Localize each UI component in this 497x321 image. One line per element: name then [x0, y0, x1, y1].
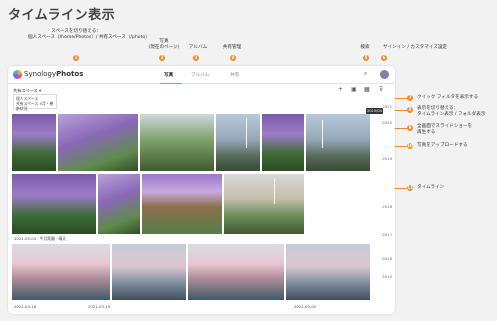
help-page: タイムライン表示 スペースを切り替える： 個人スペース（/home/Photos）… [0, 0, 497, 321]
timeline-year[interactable]: 2018 [382, 204, 392, 209]
filter-icon[interactable]: ⊽ [379, 86, 383, 93]
callout-marker-4: 4 [230, 55, 236, 61]
timeline-year[interactable]: 2016 [382, 256, 392, 261]
callout-upload: 写真をアップロードする [417, 143, 468, 148]
synology-photos-logo-icon [13, 70, 22, 79]
search-icon[interactable]: ⌕ [364, 70, 367, 78]
avatar[interactable] [380, 70, 389, 79]
callout-marker-2: 2 [159, 55, 165, 61]
timeline-year[interactable]: 2021 [382, 104, 392, 109]
photo-thumbnail[interactable] [142, 174, 222, 234]
space-menu: 個人スペース 共有スペース 5月・樹齢状況 [13, 94, 57, 111]
callout-marker-1: 1 [73, 55, 79, 61]
callout-marker-10: 10 [407, 143, 413, 149]
photo-thumbnail[interactable] [262, 114, 304, 171]
photo-thumbnail[interactable] [112, 244, 186, 300]
tower-shape [322, 120, 323, 148]
callout-sharing: 共有管理 [222, 45, 242, 50]
upload-icon[interactable]: + [338, 86, 343, 93]
active-tab-indicator [160, 82, 182, 84]
photo-thumbnail[interactable] [286, 244, 370, 300]
callout-marker-6: 6 [381, 55, 387, 61]
photo-thumbnail[interactable] [188, 244, 284, 300]
brand-regular: Synology [24, 70, 57, 78]
callout-marker-7: 7 [407, 95, 413, 101]
callout-view-switch: 表示を切り替える： タイムライン表示 / フォルダ表示 [417, 106, 486, 117]
callout-space-switch: スペースを切り替える： 個人スペース（/home/Photos）/ 共有スペース（… [28, 29, 150, 40]
tower-shape [246, 118, 247, 148]
top-bar: SynologyPhotos 写真 アルバム 共有 ⌕ [8, 66, 395, 84]
app-brand: SynologyPhotos [24, 70, 83, 78]
callout-photos: 写真 (現在のページ) [148, 39, 180, 50]
slideshow-icon[interactable]: ▣ [351, 86, 357, 93]
callout-albums: アルバム [188, 45, 208, 50]
callout-marker-11: 11 [407, 185, 413, 191]
photo-thumbnail[interactable] [12, 114, 56, 171]
view-switch-icon[interactable]: ▦ [364, 86, 370, 93]
tower-shape [274, 178, 275, 204]
date-header: 2021-03-16 [14, 304, 37, 309]
callout-timeline: タイムライン [417, 185, 445, 190]
photo-thumbnail[interactable] [224, 174, 304, 234]
timeline-year[interactable]: 2015 [382, 274, 392, 279]
callout-marker-9: 9 [407, 125, 413, 131]
date-header: 2021-03-15 [88, 304, 111, 309]
photo-thumbnail[interactable] [216, 114, 260, 171]
timeline-year[interactable]: 2017 [382, 232, 392, 237]
menu-item-shared[interactable]: 共有スペース 5月・樹齢状況 [16, 101, 54, 111]
tab-sharing[interactable]: 共有 [230, 72, 239, 78]
callout-marker-8: 8 [407, 107, 413, 113]
photo-thumbnail[interactable] [12, 244, 110, 300]
callout-signin: サインイン / カスタマイズ設定 [382, 45, 448, 50]
brand-bold: Photos [56, 70, 84, 78]
tab-albums[interactable]: アルバム [191, 72, 209, 78]
photo-thumbnail[interactable] [58, 114, 138, 171]
photo-thumbnail[interactable] [98, 174, 140, 234]
timeline-scrubber[interactable]: 2021 2020 2019 2018 2017 2016 2015 [375, 96, 395, 314]
date-header: 2021-03-05 [294, 304, 317, 309]
callout-marker-5: 5 [363, 55, 369, 61]
callout-quick-filter: クイック フィルタを表示する [417, 95, 479, 100]
page-title: タイムライン表示 [8, 8, 116, 23]
date-header: 2021-05-04 · 今月距離 · 晴天 [14, 236, 67, 241]
timeline-year[interactable]: 2020 [382, 120, 392, 125]
photo-thumbnail[interactable] [306, 114, 370, 171]
callout-slideshow: 全画面でスライドショーを 再生する [417, 124, 473, 135]
callout-marker-3: 3 [193, 55, 199, 61]
photo-thumbnail[interactable] [140, 114, 214, 171]
photos-app-window: SynologyPhotos 写真 アルバム 共有 ⌕ 共有スペース ▾ 個人ス… [8, 66, 395, 314]
timeline-year[interactable]: 2019 [382, 156, 392, 161]
space-label: 共有スペース [13, 88, 38, 93]
tab-photos[interactable]: 写真 [164, 72, 173, 78]
callout-search: 検索 [360, 45, 370, 50]
timeline-position-badge: 2015/04 [366, 108, 383, 114]
photo-thumbnail[interactable] [12, 174, 96, 234]
